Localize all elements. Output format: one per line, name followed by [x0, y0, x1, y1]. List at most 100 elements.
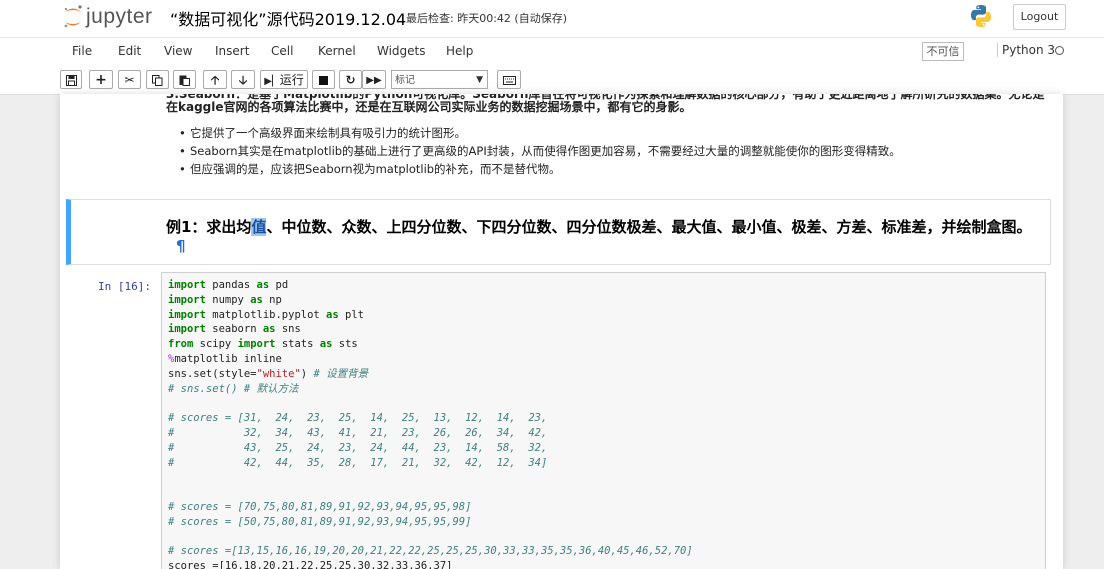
code-token: # scores = [70,75,80,81,89,91,92,93,94,9… [168, 500, 472, 513]
arrow-down-icon: 🡣 [238, 73, 248, 87]
notebook-header: jupyter “数据可视化”源代码2019.12.04 最后检查: 昨天00:… [0, 0, 1104, 37]
fast-forward-icon: ▶▶ [366, 75, 382, 86]
code-token: from [168, 338, 194, 351]
code-token: # 设置背景 [313, 367, 369, 380]
trusted-indicator[interactable]: 不可信 [922, 42, 964, 61]
restart-icon: ↻ [345, 73, 356, 87]
menu-help[interactable]: Help [446, 44, 473, 58]
menu-insert[interactable]: Insert [215, 44, 249, 58]
code-token: # sns.set() # 默认方法 [168, 382, 299, 395]
menu-widgets[interactable]: Widgets [377, 44, 426, 58]
code-line: # 32, 34, 43, 41, 21, 23, 26, 26, 34, 42… [168, 426, 693, 441]
menu-cell[interactable]: Cell [271, 44, 293, 58]
python-logo-icon [971, 5, 991, 27]
code-token: plt [338, 308, 364, 321]
jupyter-logo-icon [64, 5, 82, 28]
menu-edit[interactable]: Edit [118, 44, 141, 58]
list-item: 但应强调的是，应该把Seaborn视为matplotlib的补充，而不是替代物。 [179, 160, 901, 178]
save-button[interactable] [60, 70, 82, 89]
keyboard-icon [502, 76, 516, 85]
code-line: import numpy as np [168, 293, 693, 308]
menu-view[interactable]: View [164, 44, 192, 58]
code-token: stats [275, 338, 320, 351]
code-token: # 32, 34, 43, 41, 21, 23, 26, 26, 34, 42… [168, 426, 548, 439]
interrupt-button[interactable] [312, 70, 335, 89]
code-line: from scipy import stats as sts [168, 337, 693, 352]
input-prompt: In [16]: [98, 280, 151, 293]
code-line: # scores = [70,75,80,81,89,91,92,93,94,9… [168, 500, 693, 515]
list-item: 它提供了一个高级界面来绘制具有吸引力的统计图形。 [179, 124, 901, 142]
code-token: as [319, 338, 333, 351]
insert-cell-button[interactable]: + [89, 70, 113, 89]
run-label: 运行 [279, 73, 304, 87]
move-down-button[interactable]: 🡣 [231, 70, 255, 89]
cell-type-value: 标记 [395, 75, 415, 86]
toolbar: + ✂ 🡡 🡣 ▶▏运行 ↻ ▶▶ 标记 ▼ [0, 66, 1104, 95]
code-token: sns [275, 323, 301, 336]
code-token: # scores = [50,75,80,81,89,91,92,93,94,9… [168, 515, 472, 528]
arrow-up-icon: 🡡 [210, 73, 220, 87]
code-token: scores =[16,18,20,21,22,25,25,30,32,33,3… [168, 560, 453, 569]
heading-text-start: 例1：求出均 [166, 218, 252, 236]
paste-icon [179, 75, 190, 86]
kernel-name: Python 3 [997, 43, 1055, 57]
restart-button[interactable]: ↻ [339, 70, 362, 89]
code-token: np [262, 293, 282, 306]
code-line: sns.set(style="white") # 设置背景 [168, 367, 693, 382]
code-token: as [250, 293, 263, 306]
cut-button[interactable]: ✂ [118, 70, 141, 89]
code-token: # 42, 44, 35, 28, 17, 21, 32, 42, 12, 34… [168, 456, 548, 469]
code-token: pd [269, 279, 289, 291]
command-palette-button[interactable] [497, 70, 521, 89]
selected-markdown-cell[interactable]: 例1：求出均值、中位数、众数、上四分位数、下四分位数、四分位数极差、最大值、最小… [66, 199, 1051, 265]
code-line: # scores =[13,15,16,16,19,20,20,21,22,22… [168, 544, 693, 559]
code-token: seaborn [205, 323, 263, 336]
code-token: as [256, 279, 270, 291]
code-line: import matplotlib.pyplot as plt [168, 308, 693, 323]
code-line: %matplotlib inline [168, 352, 693, 367]
chevron-down-icon: ▼ [476, 75, 483, 85]
run-all-button[interactable]: ▶▶ [362, 70, 386, 89]
stop-icon [319, 76, 328, 85]
heading-text-end: 、中位数、众数、上四分位数、下四分位数、四分位数极差、最大值、最小值、极差、方差… [266, 218, 1032, 236]
jupyter-logo[interactable]: jupyter [62, 4, 156, 30]
plus-icon: + [95, 72, 107, 88]
paste-button[interactable] [173, 70, 196, 89]
move-up-button[interactable]: 🡡 [203, 70, 227, 89]
anchor-link[interactable]: ¶ [176, 237, 186, 255]
code-token: as [262, 323, 276, 336]
example-heading[interactable]: 例1：求出均值、中位数、众数、上四分位数、下四分位数、四分位数极差、最大值、最小… [166, 218, 1046, 256]
text-cursor-highlight: 值 [251, 218, 267, 236]
feature-list: 它提供了一个高级界面来绘制具有吸引力的统计图形。 Seaborn其实是在matp… [179, 124, 901, 178]
code-line: scores =[16,18,20,21,22,25,25,30,32,33,3… [168, 559, 693, 569]
save-icon [65, 75, 77, 86]
code-line: import seaborn as sns [168, 322, 693, 337]
menu-kernel[interactable]: Kernel [318, 44, 356, 58]
code-token: "white" [256, 367, 301, 380]
run-button[interactable]: ▶▏运行 [260, 70, 308, 89]
code-cell[interactable]: import pandas as pd import numpy as np imp… [161, 272, 1046, 569]
notebook-name[interactable]: “数据可视化”源代码2019.12.04 [170, 6, 406, 30]
code-line: # sns.set() # 默认方法 [168, 382, 693, 397]
logout-button[interactable]: Logout [1013, 4, 1066, 30]
code-line: # 42, 44, 35, 28, 17, 21, 32, 42, 12, 34… [168, 456, 693, 471]
code-token: import [168, 308, 206, 321]
code-token: scipy [193, 338, 238, 351]
jupyter-logo-text: jupyter [86, 5, 153, 28]
cell-type-select[interactable]: 标记 ▼ [391, 70, 488, 89]
menubar: File Edit View Insert Cell Kernel Widget… [0, 37, 1104, 67]
code-token: import [237, 338, 276, 351]
copy-button[interactable] [146, 70, 169, 89]
code-editor[interactable]: import pandas as pd import numpy as np imp… [168, 278, 693, 569]
code-token: sts [332, 338, 358, 351]
code-token: # 43, 25, 24, 23, 24, 44, 23, 14, 58, 32… [168, 441, 548, 454]
menu-file[interactable]: File [72, 44, 92, 58]
code-token: numpy [205, 293, 251, 306]
intro-paragraph: 3.Seaborn：是基于Matplotlib的Python可视化库。Seabo… [166, 94, 1045, 114]
code-line: # 43, 25, 24, 23, 24, 44, 23, 14, 58, 32… [168, 441, 693, 456]
checkpoint-status: 最后检查: 昨天00:42 (自动保存) [406, 12, 567, 25]
